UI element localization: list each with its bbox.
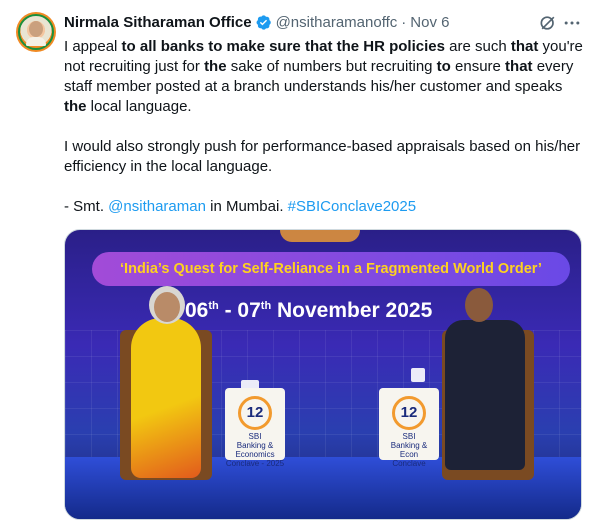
conclave-badge-right: 12 SBI Banking & Econ Conclave — [379, 388, 439, 468]
tweet-text-run: I appeal — [64, 38, 122, 55]
tweet-text-run: to — [436, 58, 451, 75]
badge-line2: Economics — [235, 450, 275, 459]
tweet-text-run: ensure — [450, 58, 506, 75]
tweet-media-photo[interactable]: ‘India’s Quest for Self-Reliance in a Fr… — [64, 229, 582, 520]
tweet-text-run: that — [505, 58, 533, 75]
badge-brand-right: SBI — [402, 432, 416, 441]
tweet-text: I appeal to all banks to make sure that … — [64, 37, 584, 217]
badge-number: 12 — [238, 396, 272, 430]
signature-middle: in Mumbai. — [205, 198, 288, 215]
tweet-date[interactable]: Nov 6 — [410, 14, 449, 31]
tweet-card[interactable]: Nirmala Sitharaman Office @nsitharamanof… — [0, 0, 600, 525]
tweet-text-run: the — [64, 98, 87, 115]
author-name[interactable]: Nirmala Sitharaman Office — [64, 14, 252, 31]
signature-prefix: - Smt. — [64, 198, 109, 215]
date-rest: November 2025 — [271, 299, 433, 322]
badge-brand: SBI — [248, 432, 262, 441]
author-handle[interactable]: @nsitharamanoffc — [276, 14, 398, 31]
badge-right-line3: Conclave — [392, 459, 426, 468]
tweet-text-run: sake of numbers but recruiting — [226, 58, 437, 75]
event-banner: ‘India’s Quest for Self-Reliance in a Fr… — [92, 252, 570, 286]
tweet-text-run: to all banks to make sure that the HR po… — [121, 38, 445, 55]
tweet-paragraph-2: I would also strongly push for performan… — [64, 138, 581, 175]
badge-line3: Conclave - 2025 — [225, 459, 285, 468]
date-day1: 06 — [185, 299, 209, 322]
tweet-text-run: local language. — [86, 98, 192, 115]
verified-badge-icon — [256, 14, 271, 30]
tweet-text-run: are such — [444, 38, 511, 55]
right-side-table — [411, 368, 425, 382]
event-dates: 06th - 07th November 2025 — [185, 299, 432, 323]
badge-number-right: 12 — [392, 396, 426, 430]
mention-link[interactable]: @nsitharaman — [108, 198, 206, 215]
tweet-text-run: the — [204, 58, 227, 75]
conclave-badge-left: 12 SBI Banking & Economics Conclave - 20… — [225, 388, 285, 468]
separator-dot: · — [401, 13, 407, 31]
more-options-icon[interactable] — [562, 13, 582, 33]
tweet-text-run: that — [510, 38, 539, 55]
hashtag-link[interactable]: #SBIConclave2025 — [288, 198, 416, 215]
badge-line1: Banking & — [236, 441, 274, 450]
grok-icon[interactable] — [538, 13, 558, 33]
tweet-paragraph-1: I appeal to all banks to make sure that … — [64, 37, 584, 117]
avatar[interactable] — [16, 12, 56, 52]
logo-glow — [280, 230, 360, 242]
left-speaker — [131, 318, 201, 478]
left-speaker-head — [154, 292, 180, 322]
right-speaker — [445, 320, 525, 470]
date-sup1: th — [208, 300, 219, 312]
badge-right-line1: Banking & — [390, 441, 428, 450]
badge-right-line2: Econ — [399, 450, 419, 459]
event-banner-title: ‘India’s Quest for Self-Reliance in a Fr… — [120, 261, 542, 277]
date-day2: 07 — [237, 299, 261, 322]
tweet-header: Nirmala Sitharaman Office @nsitharamanof… — [64, 11, 449, 33]
date-separator: - — [218, 299, 238, 322]
right-speaker-head — [465, 288, 493, 322]
tweet-signature: - Smt. @nsitharaman in Mumbai. #SBIConcl… — [64, 197, 584, 217]
date-sup2: th — [260, 300, 272, 312]
